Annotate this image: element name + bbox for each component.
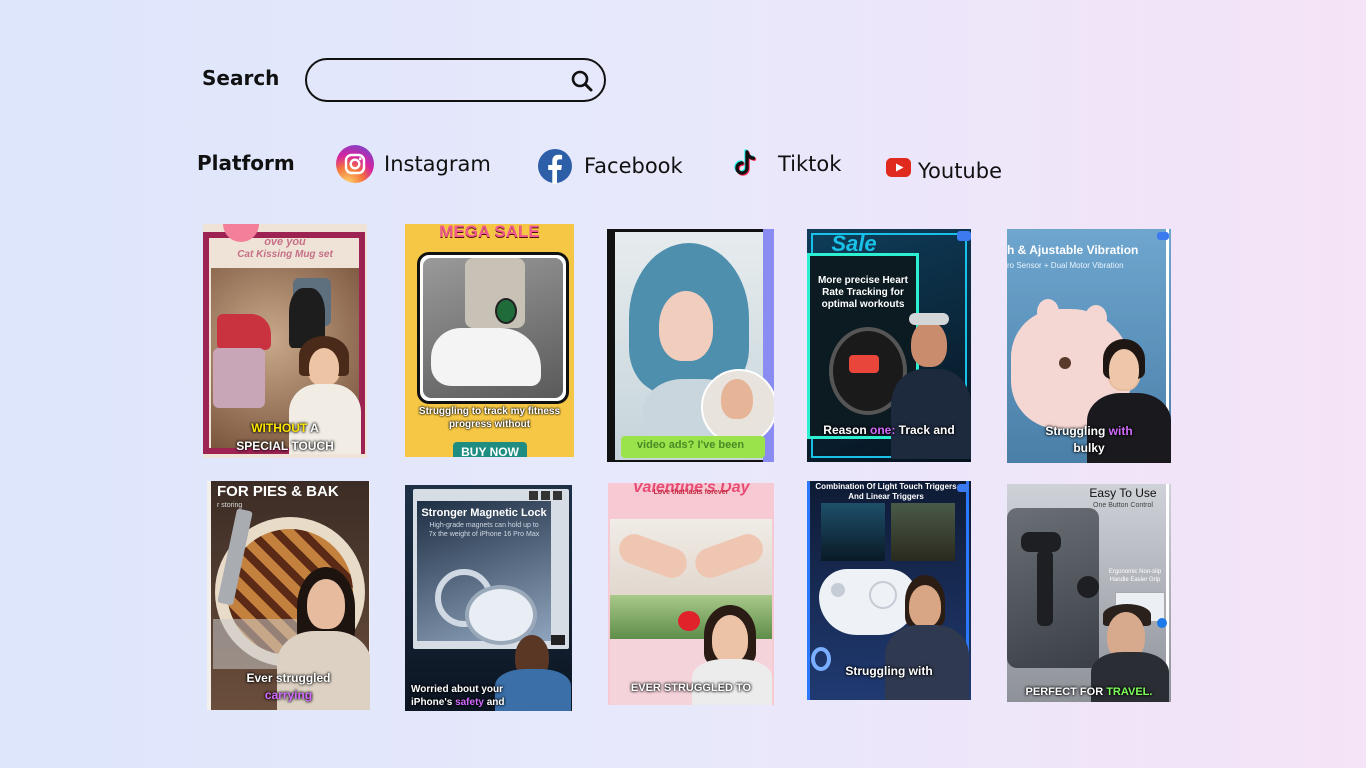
card-caption: WITHOUT A (251, 421, 319, 435)
card-caption: SPECIAL TOUCH (236, 439, 334, 453)
card-caption: Reason one: Track and (823, 423, 955, 437)
platform-facebook[interactable]: Facebook (536, 147, 683, 185)
card-top-text: MEGA SALE (439, 224, 540, 241)
tiktok-icon (726, 145, 764, 183)
buy-now-label: BUY NOW (461, 445, 519, 457)
card-caption: iPhone's safety and (411, 697, 505, 708)
platform-tiktok[interactable]: Tiktok (726, 145, 841, 183)
ad-card-7[interactable]: Stronger Magnetic Lock High-grade magnet… (405, 485, 572, 711)
card-top-subtext: High-grade magnets can hold up to 7x the… (428, 522, 540, 538)
platform-label: Platform (197, 151, 295, 175)
ad-card-10[interactable]: Easy To Use One Button Control Ergonomic… (1007, 484, 1171, 702)
youtube-icon (884, 149, 914, 187)
card-top-subtext: Love that lasts forever (653, 489, 729, 496)
card-caption: Ever struggled (246, 671, 331, 685)
platform-instagram[interactable]: Instagram (336, 145, 491, 183)
card-caption: progress without (448, 419, 531, 430)
card-caption: Struggling with (1045, 424, 1133, 438)
card-caption: Struggling with (845, 664, 933, 678)
facebook-icon (536, 147, 574, 185)
card-mid-text: Ergonomic Non-slip Handle Easier Grip (1108, 569, 1162, 583)
card-caption: video ads? I've been (636, 439, 745, 451)
card-top-text: Easy To Use (1089, 486, 1157, 500)
search-box[interactable] (305, 58, 606, 102)
ad-card-4[interactable]: Sale More precise Heart Rate Tracking fo… (807, 229, 971, 462)
card-top-text: h & Ajustable Vibration (1007, 243, 1139, 257)
card-caption: carrying (264, 688, 313, 702)
search-icon[interactable] (570, 69, 594, 93)
platform-name: Tiktok (778, 152, 842, 176)
platform-name: Facebook (584, 154, 683, 178)
card-caption: EVER STRUGGLED TO (630, 682, 752, 694)
ad-card-6[interactable]: FOR PIES & BAK r storing Ever struggled … (207, 481, 370, 710)
card-top-subtext: r storing (217, 502, 243, 509)
platform-name: Instagram (384, 152, 491, 176)
card-top-subtext: ro Sensor + Dual Motor Vibration (1007, 261, 1124, 270)
ad-card-1[interactable]: ove you Cat Kissing Mug set WITHOUT A SP… (203, 224, 367, 458)
ad-card-5[interactable]: h & Ajustable Vibration ro Sensor + Dual… (1007, 229, 1171, 463)
card-top-text: Stronger Magnetic Lock (421, 507, 547, 519)
card-top-text: FOR PIES & BAK (217, 483, 339, 500)
card-caption: PERFECT FOR TRAVEL. (1025, 686, 1153, 698)
platform-youtube[interactable]: Youtube (884, 149, 1002, 187)
ad-card-2[interactable]: MEGA SALE Struggling to track my fitness… (405, 224, 574, 457)
card-top-text: ove you (264, 236, 306, 248)
search-label: Search (202, 66, 280, 90)
card-caption: Struggling to track my fitness (418, 406, 561, 417)
buy-now-button[interactable]: BUY NOW (453, 442, 527, 457)
platform-name: Youtube (918, 159, 1002, 183)
card-top-text: Combination Of Light Touch Triggers And … (815, 482, 957, 501)
ad-card-9[interactable]: Combination Of Light Touch Triggers And … (807, 481, 971, 700)
card-top-subtext: Cat Kissing Mug set (237, 249, 333, 260)
search-input[interactable] (321, 66, 565, 96)
instagram-icon (336, 145, 374, 183)
card-caption: Worried about your (411, 684, 504, 695)
ad-card-8[interactable]: Valentine's Day Love that lasts forever … (608, 483, 774, 705)
ad-card-3[interactable]: video ads? I've been (607, 229, 774, 462)
card-caption: bulky (1073, 441, 1105, 455)
card-promo-text: More precise Heart Rate Tracking for opt… (817, 275, 909, 310)
